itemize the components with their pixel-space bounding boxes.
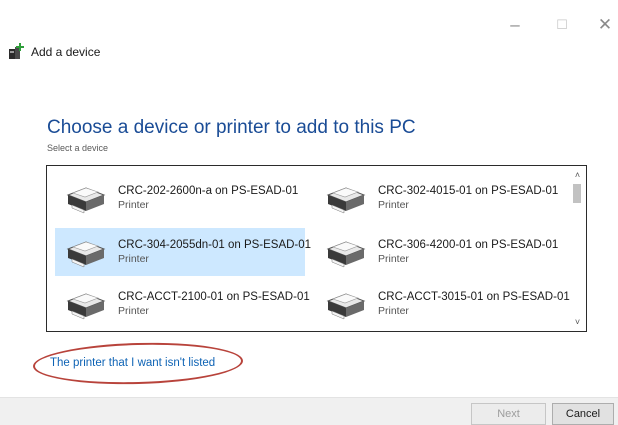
device-name: CRC-304-2055dn-01 on PS-ESAD-01 <box>118 239 312 251</box>
printer-icon <box>326 293 366 320</box>
device-list-scrollbar[interactable]: ˄ ˅ <box>569 166 586 331</box>
add-device-icon <box>9 43 24 59</box>
printer-icon <box>326 241 366 268</box>
page-subtitle: Select a device <box>47 143 109 153</box>
device-type: Printer <box>118 305 149 317</box>
device-item[interactable]: CRC-202-2600n-a on PS-ESAD-01 Printer <box>55 174 305 222</box>
maximize-button[interactable]: ☐ <box>547 12 577 38</box>
device-type: Printer <box>118 253 149 265</box>
window-title: Add a device <box>31 44 101 59</box>
printer-icon <box>66 241 106 268</box>
device-name: CRC-ACCT-2100-01 on PS-ESAD-01 <box>118 291 310 303</box>
page-title: Choose a device or printer to add to thi… <box>47 117 416 138</box>
close-button[interactable]: ✕ <box>590 12 618 38</box>
printer-icon <box>66 187 106 214</box>
printer-not-listed-link[interactable]: The printer that I want isn't listed <box>50 357 215 369</box>
printer-icon <box>326 187 366 214</box>
device-item[interactable]: CRC-ACCT-2100-01 on PS-ESAD-01 Printer <box>55 280 310 328</box>
device-item[interactable]: CRC-ACCT-3015-01 on PS-ESAD-01 Printer <box>315 280 570 328</box>
device-name: CRC-ACCT-3015-01 on PS-ESAD-01 <box>378 291 570 303</box>
device-list[interactable]: CRC-202-2600n-a on PS-ESAD-01 Printer CR… <box>46 165 587 332</box>
scroll-thumb[interactable] <box>573 184 581 203</box>
scroll-up-icon[interactable]: ˄ <box>569 167 586 183</box>
add-device-window: – ☐ ✕ Add a device Choose a device or pr… <box>0 0 618 425</box>
device-type: Printer <box>378 253 409 265</box>
scroll-down-icon[interactable]: ˅ <box>569 314 586 330</box>
next-button[interactable]: Next <box>471 403 546 425</box>
printer-icon <box>66 293 106 320</box>
device-name: CRC-302-4015-01 on PS-ESAD-01 <box>378 185 559 197</box>
device-item-selected[interactable]: CRC-304-2055dn-01 on PS-ESAD-01 Printer <box>55 228 311 276</box>
cancel-button[interactable]: Cancel <box>552 403 614 425</box>
device-item[interactable]: CRC-302-4015-01 on PS-ESAD-01 Printer <box>315 174 565 222</box>
device-type: Printer <box>118 199 149 211</box>
minimize-button[interactable]: – <box>500 12 530 38</box>
device-type: Printer <box>378 199 409 211</box>
window-title-bar: Add a device <box>8 43 100 60</box>
device-type: Printer <box>378 305 409 317</box>
device-item[interactable]: CRC-306-4200-01 on PS-ESAD-01 Printer <box>315 228 565 276</box>
device-name: CRC-202-2600n-a on PS-ESAD-01 <box>118 185 299 197</box>
device-name: CRC-306-4200-01 on PS-ESAD-01 <box>378 239 559 251</box>
